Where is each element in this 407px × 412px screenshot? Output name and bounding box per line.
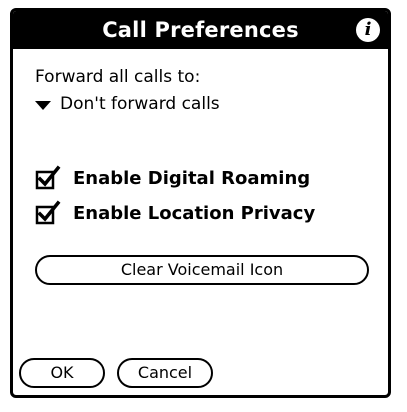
cancel-button[interactable]: Cancel	[117, 358, 213, 388]
triangle-down-icon	[35, 100, 51, 110]
digital-roaming-label: Enable Digital Roaming	[73, 167, 311, 189]
forward-selected-value: Don't forward calls	[60, 94, 220, 114]
checkbox-checked-icon[interactable]	[35, 165, 61, 191]
digital-roaming-option[interactable]: Enable Digital Roaming	[35, 165, 310, 191]
call-preferences-dialog: Call Preferences i Forward all calls to:…	[10, 8, 391, 398]
title-bar: Call Preferences i	[13, 11, 388, 49]
clear-voicemail-icon-button[interactable]: Clear Voicemail Icon	[35, 255, 369, 285]
ok-button[interactable]: OK	[19, 358, 105, 388]
forward-label: Forward all calls to:	[35, 67, 201, 87]
forward-popup-trigger[interactable]: Don't forward calls	[35, 93, 220, 115]
dialog-title: Call Preferences	[102, 18, 299, 42]
location-privacy-label: Enable Location Privacy	[73, 202, 316, 224]
checkbox-checked-icon[interactable]	[35, 200, 61, 226]
info-icon[interactable]: i	[356, 18, 380, 42]
location-privacy-option[interactable]: Enable Location Privacy	[35, 200, 315, 226]
